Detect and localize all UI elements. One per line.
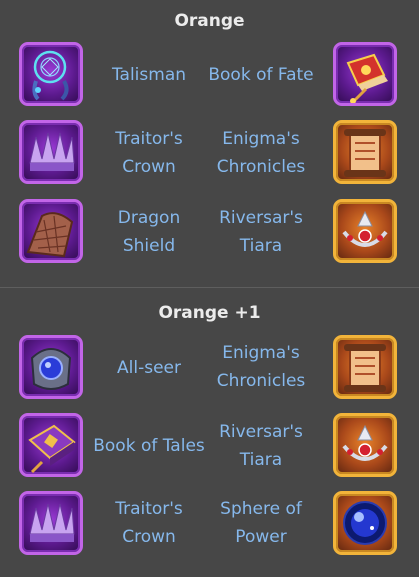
item-label: Talisman xyxy=(111,65,187,85)
item-label: Traitor's Crown xyxy=(115,129,183,177)
item-row: All-seer Enigma's Chronicles xyxy=(0,334,419,404)
item-row: Talisman Book of Fate xyxy=(0,41,419,111)
item-label: Enigma's Chronicles xyxy=(216,129,306,177)
section-title-orange: Orange xyxy=(174,11,245,31)
dreamcatcher-icon[interactable] xyxy=(19,42,83,106)
red-book-icon[interactable] xyxy=(333,42,397,106)
eye-orb-icon[interactable] xyxy=(19,335,83,399)
item-label: Dragon Shield xyxy=(117,208,181,256)
scroll-icon[interactable] xyxy=(333,120,397,184)
item-label: Traitor's Crown xyxy=(115,499,183,547)
spiked-crown-icon[interactable] xyxy=(19,491,83,555)
section-divider xyxy=(0,287,419,288)
item-label: Sphere of Power xyxy=(220,499,302,547)
item-row: Traitor's Crown Enigma's Chronicles xyxy=(0,120,419,190)
item-row: Book of Tales Riversar's Tiara xyxy=(0,412,419,482)
item-label: All-seer xyxy=(117,358,181,378)
tiara-icon[interactable] xyxy=(333,199,397,263)
purple-book-icon[interactable] xyxy=(19,413,83,477)
tiara-icon[interactable] xyxy=(333,413,397,477)
item-label: Riversar's Tiara xyxy=(219,208,303,256)
item-label: Enigma's Chronicles xyxy=(216,343,306,391)
item-label: Book of Fate xyxy=(208,65,314,85)
item-label: Riversar's Tiara xyxy=(219,422,303,470)
blue-sphere-icon[interactable] xyxy=(333,491,397,555)
scale-shield-icon[interactable] xyxy=(19,199,83,263)
item-label: Book of Tales xyxy=(93,436,205,456)
item-row: Dragon Shield Riversar's Tiara xyxy=(0,198,419,268)
scroll-icon[interactable] xyxy=(333,335,397,399)
item-row: Traitor's Crown Sphere of Power xyxy=(0,490,419,560)
spiked-crown-icon[interactable] xyxy=(19,120,83,184)
section-title-orange-plus-1: Orange +1 xyxy=(158,303,261,323)
